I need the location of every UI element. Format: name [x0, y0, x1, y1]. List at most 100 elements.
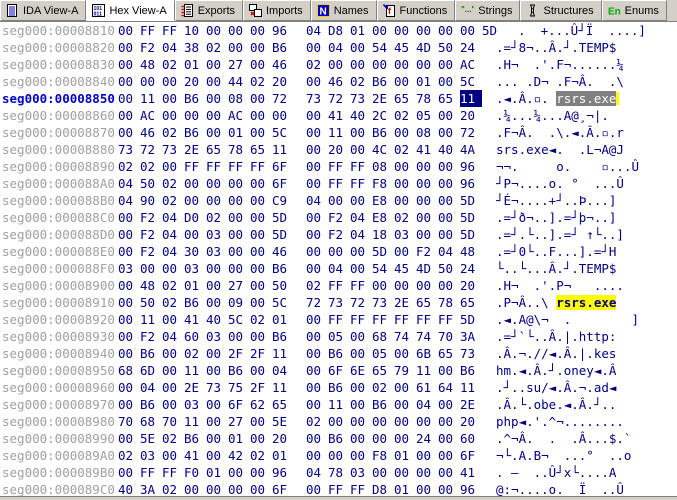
hex-byte[interactable]: 5C: [272, 124, 294, 141]
hex-byte[interactable]: 03: [184, 260, 206, 277]
ascii-pane-text[interactable]: .F¬Â. .\.◄.Â.▫.r: [496, 124, 624, 141]
ascii-pane-text[interactable]: .=┘0└..F...].=┘H: [496, 243, 616, 260]
ascii-pane-text[interactable]: .Â.└.obe.◄.Â.┘..: [496, 396, 616, 413]
hex-byte[interactable]: FF: [438, 311, 460, 328]
hex-byte[interactable]: 72: [140, 141, 162, 158]
hex-byte[interactable]: 00: [206, 345, 228, 362]
hex-byte[interactable]: 00: [250, 328, 272, 345]
hex-byte[interactable]: 00: [162, 260, 184, 277]
hex-byte[interactable]: 65: [438, 345, 460, 362]
hex-byte[interactable]: 00: [372, 56, 394, 73]
hex-byte[interactable]: 41: [460, 464, 482, 481]
hex-byte[interactable]: 2E: [372, 90, 394, 107]
hex-byte[interactable]: 50: [272, 277, 294, 294]
hex-byte[interactable]: 40: [350, 107, 372, 124]
ascii-pane-text[interactable]: .H¬ .'.P¬ ....: [496, 277, 624, 294]
hex-byte[interactable]: 41: [328, 107, 350, 124]
ascii-selection[interactable]: rsrs.exe: [556, 91, 617, 106]
hex-byte[interactable]: 48: [140, 56, 162, 73]
hex-byte[interactable]: FF: [350, 175, 372, 192]
hex-byte[interactable]: 00: [250, 107, 272, 124]
hex-byte[interactable]: 68: [372, 328, 394, 345]
tab-hex-view-a[interactable]: 101 011 Hex View-A: [86, 0, 175, 21]
hex-byte[interactable]: 18: [372, 226, 394, 243]
ascii-pane-text[interactable]: .P¬Â..\ rsrs.exe: [496, 294, 617, 311]
hex-byte[interactable]: 00: [250, 39, 272, 56]
hex-row[interactable]: seg000:00008820 00 F2 04 38 02 00 00 B6 00 04 00 54 4…: [0, 39, 677, 56]
hex-byte[interactable]: 00: [438, 362, 460, 379]
hex-byte[interactable]: 74: [394, 328, 416, 345]
hex-row[interactable]: seg000:00008940 00 B6 00 02 00 2F 2F 11 00 B6 00 05 0…: [0, 345, 677, 362]
hex-row[interactable]: seg000:00008960 00 04 00 2E 73 75 2F 11 00 B6 00 02 0…: [0, 379, 677, 396]
hex-byte[interactable]: 41: [416, 141, 438, 158]
hex-byte[interactable]: 00: [394, 345, 416, 362]
hex-byte[interactable]: 00: [306, 362, 328, 379]
ascii-pane-text[interactable]: hm.◄.Â.┘.oney◄.Â: [496, 362, 616, 379]
hex-byte[interactable]: 04: [350, 209, 372, 226]
hex-byte[interactable]: 00: [206, 413, 228, 430]
hex-byte[interactable]: 00: [416, 158, 438, 175]
hex-byte[interactable]: 00: [350, 345, 372, 362]
hex-byte[interactable]: 41: [184, 447, 206, 464]
hex-byte[interactable]: 03: [394, 226, 416, 243]
hex-byte[interactable]: 00: [250, 260, 272, 277]
hex-byte[interactable]: 08: [416, 124, 438, 141]
hex-byte[interactable]: 00: [162, 447, 184, 464]
hex-byte[interactable]: 02: [306, 277, 328, 294]
hex-byte[interactable]: 00: [306, 175, 328, 192]
hex-byte[interactable]: 00: [162, 379, 184, 396]
hex-byte[interactable]: 08: [228, 90, 250, 107]
hex-byte[interactable]: FF: [328, 277, 350, 294]
hex-byte[interactable]: 01: [184, 277, 206, 294]
hex-byte[interactable]: B6: [272, 260, 294, 277]
hex-byte[interactable]: 5E: [140, 430, 162, 447]
hex-byte[interactable]: 00: [250, 124, 272, 141]
hex-byte[interactable]: 00: [250, 277, 272, 294]
hex-byte[interactable]: 03: [206, 328, 228, 345]
hex-byte[interactable]: 00: [394, 430, 416, 447]
hex-byte[interactable]: 2E: [184, 379, 206, 396]
hex-byte[interactable]: 00: [306, 243, 328, 260]
hex-byte[interactable]: 00: [162, 158, 184, 175]
hex-byte[interactable]: 40: [438, 141, 460, 158]
hex-byte[interactable]: 00: [228, 243, 250, 260]
hex-byte[interactable]: 00: [118, 226, 140, 243]
ascii-pane-text[interactable]: ... .D¬ .F¬Â. .\: [496, 73, 624, 90]
ascii-pane-text[interactable]: . — ..Û┘x└....A: [496, 464, 616, 481]
hex-row[interactable]: seg000:00008810 00 FF FF 10 00 00 00 96 04 D8 01 00 0…: [0, 22, 677, 39]
hex-byte[interactable]: 00: [394, 175, 416, 192]
hex-byte[interactable]: 00: [416, 209, 438, 226]
hex-byte[interactable]: 2F: [228, 345, 250, 362]
hex-byte[interactable]: 00: [206, 107, 228, 124]
hex-byte[interactable]: 04: [162, 39, 184, 56]
hex-byte[interactable]: 00: [328, 243, 350, 260]
hex-byte[interactable]: 00: [350, 56, 372, 73]
hex-byte[interactable]: 00: [350, 379, 372, 396]
hex-byte[interactable]: 73: [118, 141, 140, 158]
hex-byte[interactable]: 6E: [350, 362, 372, 379]
hex-byte[interactable]: E8: [372, 209, 394, 226]
hex-byte[interactable]: FF: [328, 158, 350, 175]
hex-byte[interactable]: FF: [328, 311, 350, 328]
hex-byte[interactable]: 4D: [416, 260, 438, 277]
hex-byte[interactable]: FF: [184, 158, 206, 175]
hex-byte[interactable]: 2E: [394, 294, 416, 311]
hex-byte[interactable]: 00: [228, 260, 250, 277]
hex-byte[interactable]: 02: [162, 175, 184, 192]
view-tab-bar[interactable]: IDA View-A 101 011 Hex View-A Exports Imports…: [0, 0, 677, 22]
tab-names[interactable]: N Names: [310, 0, 377, 21]
tab-ida-view-a[interactable]: IDA View-A: [0, 0, 87, 21]
hex-byte[interactable]: 5C: [460, 73, 482, 90]
hex-byte[interactable]: 00: [118, 56, 140, 73]
hex-byte[interactable]: 00: [162, 362, 184, 379]
hex-byte[interactable]: 00: [350, 243, 372, 260]
hex-byte[interactable]: 65: [272, 396, 294, 413]
hex-byte[interactable]: 00: [438, 73, 460, 90]
hex-byte[interactable]: 46: [272, 243, 294, 260]
hex-row[interactable]: seg000:00008990 00 5E 02 B6 00 01 00 20 00 B6 00 00 0…: [0, 430, 677, 447]
hex-byte[interactable]: 00: [438, 175, 460, 192]
hex-byte[interactable]: 11: [140, 311, 162, 328]
hex-byte[interactable]: 00: [438, 107, 460, 124]
hex-byte[interactable]: 00: [118, 294, 140, 311]
hex-byte[interactable]: 00: [250, 226, 272, 243]
